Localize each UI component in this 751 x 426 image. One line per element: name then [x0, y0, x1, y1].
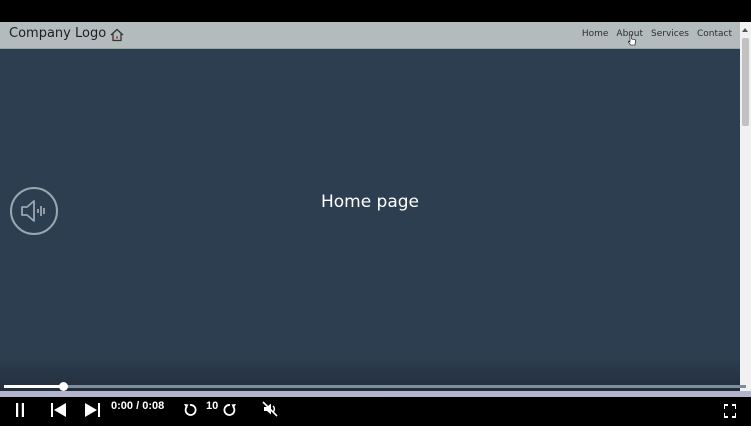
current-time: 0:00 — [111, 400, 134, 412]
duration: 0:08 — [142, 400, 165, 412]
company-logo[interactable]: Company Logo — [9, 26, 106, 41]
scroll-thumb[interactable] — [742, 38, 749, 126]
forward-icon[interactable] — [223, 400, 237, 420]
home-icon — [110, 28, 124, 42]
play-icon[interactable] — [83, 400, 101, 420]
progress-fill — [4, 385, 64, 388]
nav-link-services[interactable]: Services — [651, 29, 689, 39]
mute-icon[interactable] — [262, 399, 278, 419]
page-title: Home page — [320, 192, 420, 212]
rewind-icon[interactable] — [183, 400, 197, 420]
player-controls: 0:00 / 0:08 10 — [0, 397, 751, 426]
scroll-up-arrow-icon[interactable] — [742, 28, 748, 32]
top-black-bar — [0, 0, 751, 22]
nav-links: Home About Services Contact — [582, 29, 732, 39]
video-frame[interactable]: Company Logo Home About Services Contact… — [0, 22, 740, 398]
progress-track[interactable] — [4, 385, 746, 388]
time-display: 0:00 / 0:08 — [111, 400, 164, 412]
hand-cursor-icon — [628, 34, 636, 46]
nav-link-home[interactable]: Home — [582, 29, 609, 39]
page-scrollbar[interactable] — [740, 22, 751, 398]
skip-seconds: 10 — [206, 400, 219, 412]
fullscreen-icon[interactable] — [724, 401, 736, 421]
previous-icon[interactable] — [50, 400, 68, 420]
pause-icon[interactable] — [14, 400, 26, 420]
nav-link-contact[interactable]: Contact — [697, 29, 732, 39]
time-separator: / — [136, 400, 140, 412]
